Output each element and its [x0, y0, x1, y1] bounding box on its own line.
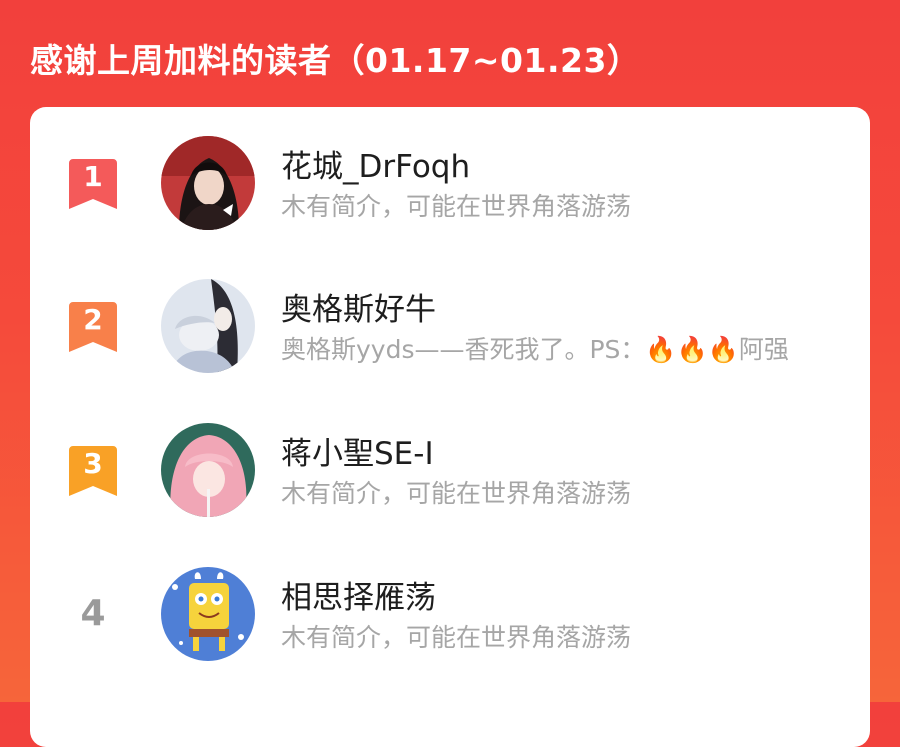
avatar-couple-illustration-icon [161, 279, 255, 373]
reader-bio: 木有简介，可能在世界角落游荡 [281, 192, 632, 221]
reader-name[interactable]: 花城_DrFoqh [281, 141, 470, 186]
page-title: 感谢上周加料的读者（01.17~01.23） [30, 41, 641, 80]
avatar-pink-hair-photo-icon [161, 423, 255, 517]
avatar[interactable] [161, 423, 255, 517]
reader-row[interactable]: 1 花城_DrFoqh 木有简介，可能在世界角落游荡 [30, 107, 870, 230]
rank-badge-second: 2 [69, 302, 117, 352]
avatar[interactable] [161, 567, 255, 661]
reader-bio: 奥格斯yyds——香死我了。PS：🔥🔥🔥阿强 [281, 335, 789, 364]
rank-badge-third: 3 [69, 446, 117, 496]
reader-bio: 木有简介，可能在世界角落游荡 [281, 623, 632, 652]
reader-row[interactable]: 4 相思择雁荡 木有简介，可能在世界角落游荡 [30, 538, 870, 661]
rank-number: 4 [80, 593, 106, 634]
avatar[interactable] [161, 136, 255, 230]
avatar-dark-hair-illustration-icon [161, 136, 255, 230]
rank-number: 1 [83, 160, 103, 193]
reader-row[interactable]: 3 蒋小聖SE-I 木有简介，可能在世界角落游荡 [30, 394, 870, 517]
reader-bio: 木有简介，可能在世界角落游荡 [281, 479, 632, 508]
reader-name[interactable]: 奥格斯好牛 [281, 284, 436, 329]
rank-badge-first: 1 [69, 159, 117, 209]
rank-number: 3 [83, 447, 103, 480]
avatar[interactable] [161, 279, 255, 373]
reader-list-card: 1 花城_DrFoqh 木有简介，可能在世界角落游荡 2 奥格斯好牛 奥格斯yy… [30, 107, 870, 747]
reader-row[interactable]: 2 奥格斯好牛 奥格斯yyds——香死我了。PS：🔥🔥🔥阿强 [30, 250, 870, 373]
reader-name[interactable]: 相思择雁荡 [281, 572, 436, 617]
avatar-spongebob-icon [161, 567, 255, 661]
rank-number: 2 [83, 303, 103, 336]
reader-name[interactable]: 蒋小聖SE-I [281, 428, 434, 473]
